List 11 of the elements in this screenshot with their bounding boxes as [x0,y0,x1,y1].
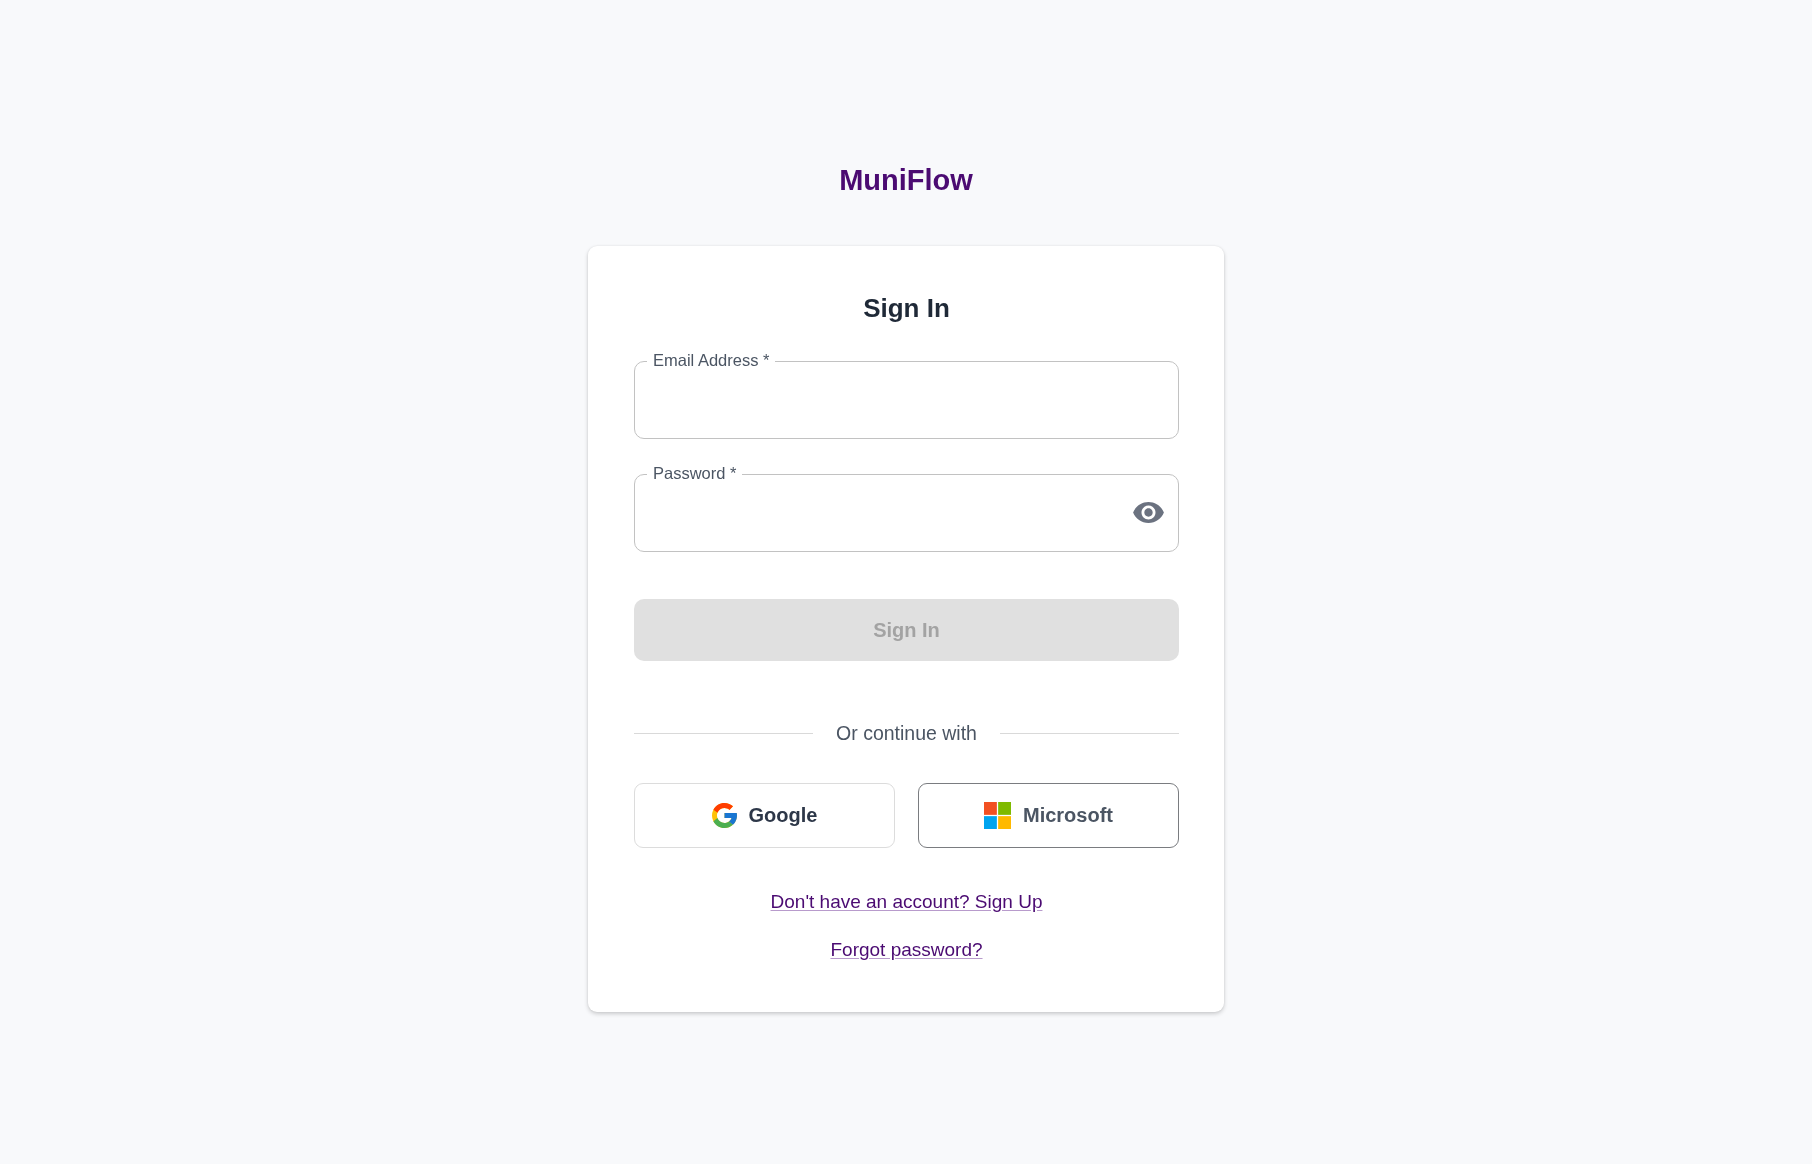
card-title: Sign In [863,292,950,324]
text-link[interactable]: Don't have an account? Sign Up [770,890,1043,914]
brand-title: MuniFlow [839,163,973,198]
google-g-icon [711,803,737,828]
eye-icon [1133,502,1164,523]
text-link[interactable]: Forgot password? [830,938,983,962]
four-squares-icon [984,802,1011,829]
google-button[interactable]: Google [634,783,895,848]
microsoft-button[interactable]: Microsoft [918,783,1179,848]
divider-text: Or continue with [836,721,977,745]
show-password-button[interactable] [1133,502,1164,523]
